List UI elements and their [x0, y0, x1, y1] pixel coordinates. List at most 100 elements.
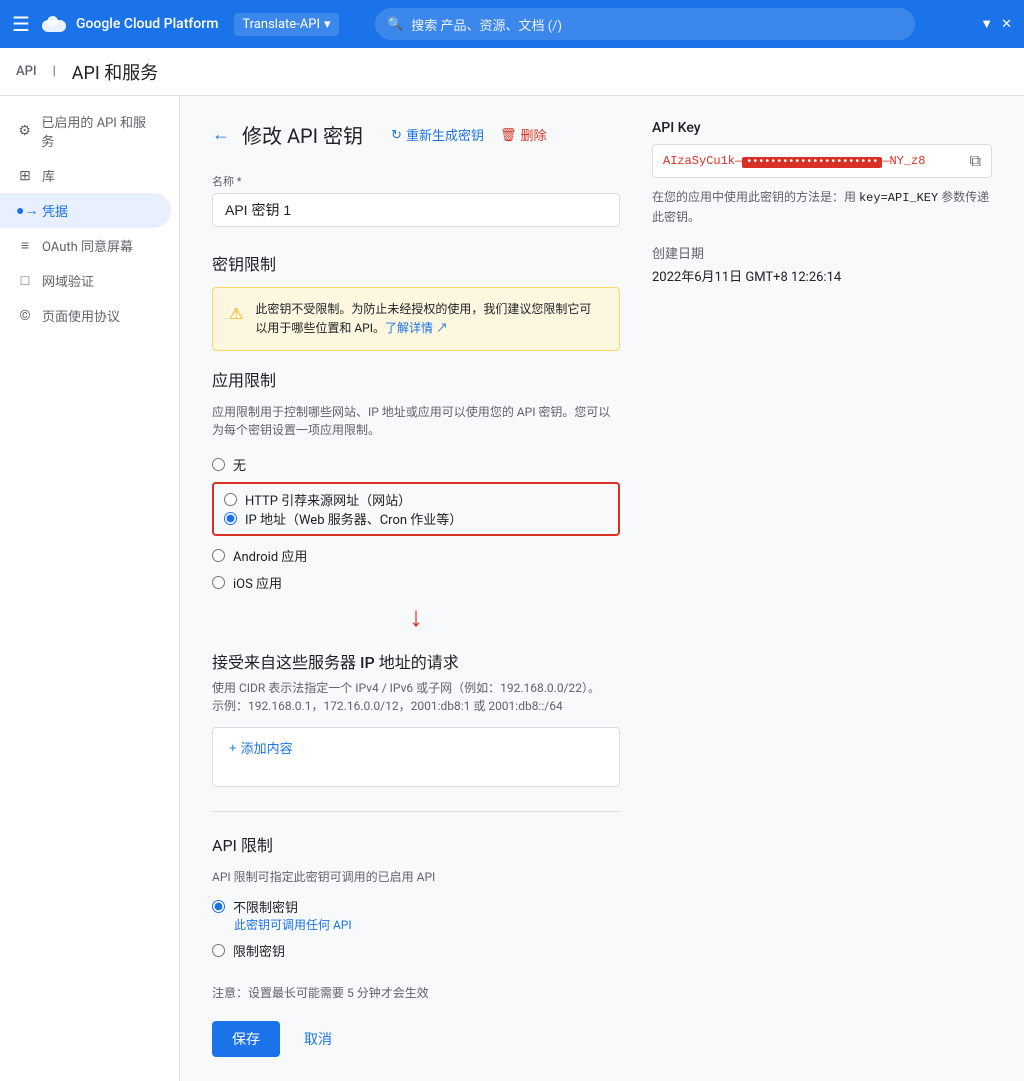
app-logo: Google Cloud Platform [38, 13, 218, 35]
radio-http-input[interactable] [224, 493, 237, 506]
regenerate-key-button[interactable]: ↻ 重新生成密钥 [391, 125, 484, 144]
sidebar-item-credentials-label: 凭据 [42, 201, 68, 220]
api-limit-title: API 限制 [212, 832, 620, 856]
radio-ios-label: iOS 应用 [233, 573, 282, 592]
sidebar-item-oauth[interactable]: ≡ OAuth 同意屏幕 [0, 228, 171, 263]
api-section-label: API [16, 64, 37, 79]
page-title: 修改 API 密钥 [242, 120, 363, 149]
second-bar: API | API 和服务 [0, 48, 1024, 96]
arrow-annotation: ↓ [212, 600, 620, 633]
radio-group-app-limit: 无 HTTP 引荐来源网址（网站） IP 地址（Web 服务器、Cron 作业等… [212, 455, 620, 592]
ip-section-title: 接受来自这些服务器 IP 地址的请求 [212, 649, 620, 673]
sidebar-item-library[interactable]: ⊞ 库 [0, 158, 171, 193]
credentials-icon: ●→ [16, 202, 34, 219]
search-bar[interactable]: 🔍 搜索 产品、资源、文档 (/) [375, 8, 915, 40]
learn-more-link[interactable]: 了解详情 ↗ [385, 321, 448, 335]
nav-right-actions: ▼ ✕ [980, 16, 1012, 32]
radio-unlimited[interactable]: 不限制密钥 [212, 897, 620, 916]
cancel-button[interactable]: 取消 [292, 1021, 344, 1057]
section-divider: | [53, 64, 56, 79]
name-input[interactable] [212, 193, 620, 227]
ip-input-container: + 添加内容 [212, 727, 620, 787]
created-date-section: 创建日期 2022年6月11日 GMT+8 12:26:14 [652, 243, 992, 285]
expand-icon[interactable]: ▼ [980, 16, 993, 32]
page-header: ← 修改 API 密钥 ↻ 重新生成密钥 🗑 删除 [212, 120, 620, 149]
sidebar-item-credentials[interactable]: ●→ 凭据 [0, 193, 171, 228]
add-icon: + [229, 740, 237, 755]
api-key-display: AIzaSyCu1k—••••••••••••••••••••••—NY_z8 … [652, 144, 992, 178]
sidebar-item-domain-label: 网域验证 [42, 271, 94, 290]
sidebar-item-domain[interactable]: □ 网域验证 [0, 263, 171, 298]
ip-desc: 使用 CIDR 表示法指定一个 IPv4 / IPv6 或子网（例如：192.1… [212, 679, 620, 715]
sidebar-item-enabled[interactable]: ⚙ 已启用的 API 和服务 [0, 104, 171, 158]
app-name-text: Google Cloud Platform [76, 16, 218, 32]
sidebar-item-terms-label: 页面使用协议 [42, 306, 120, 325]
settings-icon: ⚙ [16, 123, 33, 139]
section-title: API 和服务 [72, 59, 158, 85]
arrow-down-icon: ↓ [409, 600, 423, 633]
google-cloud-icon [38, 13, 70, 35]
translate-label: Translate-API [242, 17, 320, 32]
radio-restricted[interactable]: 限制密钥 [212, 941, 620, 960]
api-limit-section: API 限制 API 限制可指定此密钥可调用的已启用 API 不限制密钥 此密钥… [212, 832, 620, 960]
radio-unlimited-container: 不限制密钥 此密钥可调用任何 API [212, 897, 620, 933]
sidebar-item-library-label: 库 [42, 166, 55, 185]
ip-section: 接受来自这些服务器 IP 地址的请求 使用 CIDR 表示法指定一个 IPv4 … [212, 649, 620, 787]
hamburger-menu-icon[interactable]: ☰ [12, 12, 30, 36]
delete-button[interactable]: 🗑 删除 [500, 125, 547, 144]
search-icon: 🔍 [387, 17, 403, 32]
code-snippet: key=API_KEY [859, 191, 938, 205]
regenerate-label: 重新生成密钥 [406, 125, 484, 144]
radio-ios-input[interactable] [212, 576, 225, 589]
radio-ios[interactable]: iOS 应用 [212, 573, 620, 592]
api-key-section: API Key AIzaSyCu1k—•••••••••••••••••••••… [652, 120, 992, 285]
warning-box: ⚠ 此密钥不受限制。为防止未经授权的使用，我们建议您限制它可以用于哪些位置和 A… [212, 287, 620, 351]
search-placeholder: 搜索 产品、资源、文档 (/) [411, 15, 562, 34]
name-label: 名称 * [212, 173, 620, 189]
radio-android-input[interactable] [212, 549, 225, 562]
radio-android[interactable]: Android 应用 [212, 546, 620, 565]
add-label: 添加内容 [241, 738, 293, 757]
close-icon[interactable]: ✕ [1001, 17, 1012, 32]
header-actions: ↻ 重新生成密钥 🗑 删除 [391, 125, 546, 144]
radio-none-label: 无 [233, 455, 246, 474]
radio-unlimited-label: 不限制密钥 [233, 897, 298, 916]
radio-ip-input[interactable] [224, 512, 237, 525]
translate-api-button[interactable]: Translate-API ▾ [234, 13, 338, 36]
chevron-down-icon: ▾ [324, 17, 331, 32]
radio-ip[interactable]: IP 地址（Web 服务器、Cron 作业等） [224, 509, 608, 528]
sidebar-item-oauth-label: OAuth 同意屏幕 [42, 236, 133, 255]
radio-unlimited-input[interactable] [212, 900, 225, 913]
api-key-value: AIzaSyCu1k—••••••••••••••••••••••—NY_z8 [663, 154, 962, 168]
api-key-title: API Key [652, 120, 992, 136]
sidebar: ⚙ 已启用的 API 和服务 ⊞ 库 ●→ 凭据 ≡ OAuth 同意屏幕 □ … [0, 96, 180, 1081]
api-usage-text: 在您的应用中使用此密钥的方法是：用 key=API_KEY 参数传递此密钥。 [652, 188, 992, 227]
back-button[interactable]: ← [212, 124, 230, 145]
warning-text: 此密钥不受限制。为防止未经授权的使用，我们建议您限制它可以用于哪些位置和 API… [255, 300, 603, 338]
api-limit-radio-group: 不限制密钥 此密钥可调用任何 API 限制密钥 [212, 897, 620, 960]
radio-http[interactable]: HTTP 引荐来源网址（网站） [224, 490, 608, 509]
key-limit-section: 密钥限制 ⚠ 此密钥不受限制。为防止未经授权的使用，我们建议您限制它可以用于哪些… [212, 251, 620, 787]
sidebar-item-terms[interactable]: © 页面使用协议 [0, 298, 171, 333]
right-panel: API Key AIzaSyCu1k—•••••••••••••••••••••… [652, 120, 992, 1057]
api-limit-desc: API 限制可指定此密钥可调用的已启用 API [212, 868, 620, 885]
radio-ip-label: IP 地址（Web 服务器、Cron 作业等） [245, 509, 462, 528]
main-content: ← 修改 API 密钥 ↻ 重新生成密钥 🗑 删除 名称 * [180, 96, 1024, 1081]
section-divider [212, 811, 620, 812]
radio-http-label: HTTP 引荐来源网址（网站） [245, 490, 411, 509]
warning-icon: ⚠ [229, 301, 243, 338]
key-limit-title: 密钥限制 [212, 251, 620, 275]
radio-none[interactable]: 无 [212, 455, 620, 474]
radio-none-input[interactable] [212, 458, 225, 471]
library-icon: ⊞ [16, 168, 34, 184]
trash-icon: 🗑 [500, 127, 517, 143]
app-limit-desc: 应用限制用于控制哪些网站、IP 地址或应用可以使用您的 API 密钥。您可以为每… [212, 403, 620, 439]
copy-icon[interactable]: ⧉ [970, 151, 981, 171]
oauth-icon: ≡ [16, 237, 34, 254]
domain-icon: □ [16, 272, 34, 289]
radio-restricted-label: 限制密钥 [233, 941, 285, 960]
terms-icon: © [16, 308, 34, 324]
save-button[interactable]: 保存 [212, 1021, 280, 1057]
radio-restricted-input[interactable] [212, 944, 225, 957]
add-content-button[interactable]: + 添加内容 [213, 728, 309, 767]
